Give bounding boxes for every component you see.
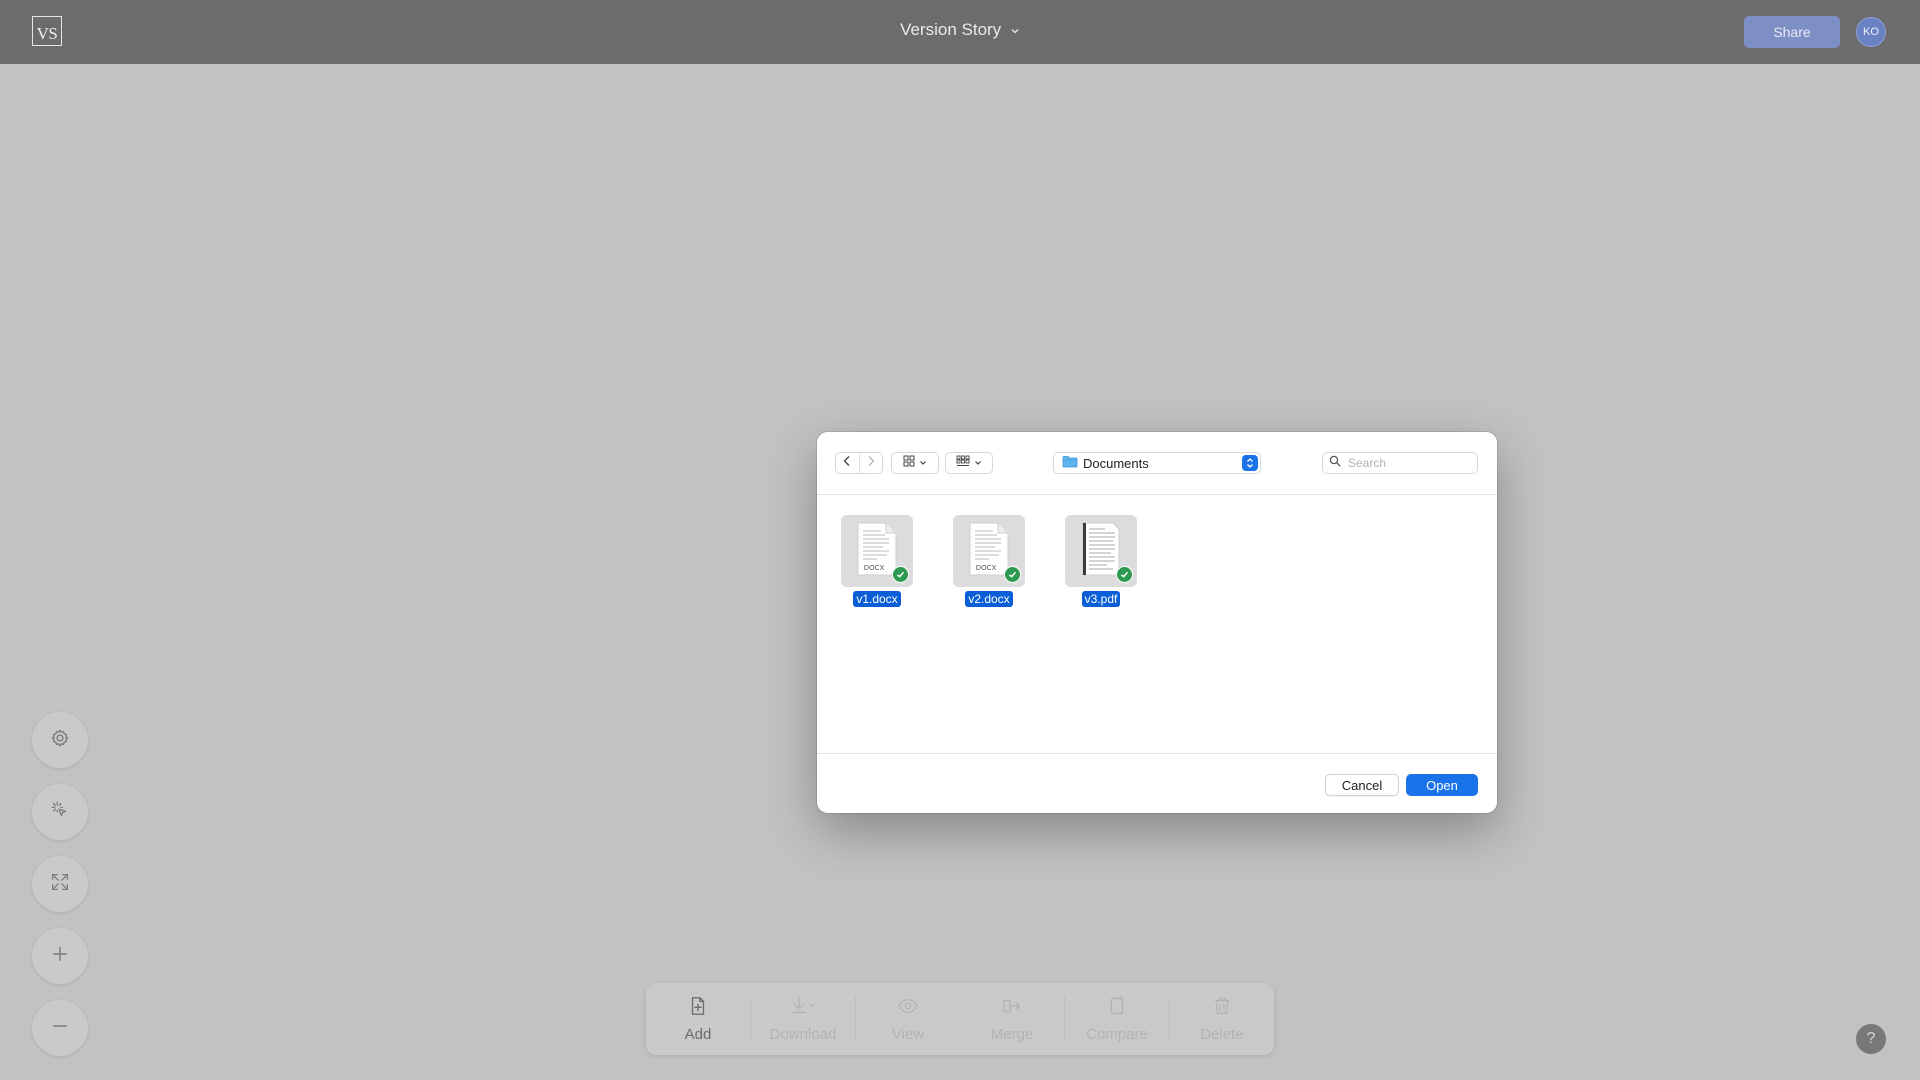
fit-screen-button[interactable] <box>32 856 88 912</box>
compare-icon <box>1106 995 1128 1026</box>
up-down-arrows-icon <box>1242 455 1258 471</box>
trash-icon <box>1211 995 1233 1026</box>
open-button[interactable]: Open <box>1406 774 1478 796</box>
file-thumbnail: DOCX <box>841 515 913 587</box>
file-name: v1.docx <box>853 591 901 607</box>
search-input[interactable] <box>1346 455 1470 471</box>
view-label: View <box>891 1026 925 1043</box>
forward-button[interactable] <box>858 453 883 473</box>
checkmark-icon <box>1116 566 1133 583</box>
icon-view-button[interactable] <box>891 452 939 474</box>
file-type-label: DOCX <box>976 564 997 572</box>
expand-icon <box>49 871 71 898</box>
file-name: v3.pdf <box>1081 591 1121 607</box>
chevron-down-icon <box>974 454 982 472</box>
file-item-v3-pdf[interactable]: v3.pdf <box>1063 515 1139 607</box>
compare-label: Compare <box>1086 1026 1148 1043</box>
share-button[interactable]: Share <box>1744 16 1840 48</box>
group-view-button[interactable] <box>945 452 993 474</box>
dialog-footer: Cancel Open <box>817 753 1497 813</box>
file-name: v2.docx <box>965 591 1013 607</box>
chevron-left-icon <box>842 454 852 472</box>
top-bar: VS Version Story Share KO <box>0 0 1920 64</box>
file-plus-icon <box>687 995 709 1026</box>
file-open-dialog: Documents DOCX <box>817 432 1497 813</box>
chevron-down-icon <box>919 454 927 472</box>
document-title-menu[interactable]: Version Story <box>0 20 1920 41</box>
delete-label: Delete <box>1200 1026 1244 1043</box>
file-item-v1-docx[interactable]: DOCX v1.docx <box>839 515 915 607</box>
zoom-in-button[interactable] <box>32 928 88 984</box>
help-button[interactable]: ? <box>1856 1024 1886 1054</box>
plus-icon <box>49 943 71 970</box>
search-field[interactable] <box>1322 452 1478 474</box>
file-thumbnail: DOCX <box>953 515 1025 587</box>
cancel-button[interactable]: Cancel <box>1325 774 1399 796</box>
bottom-toolbar: Add Download View Merge Compare Delete <box>646 983 1274 1055</box>
merge-icon <box>999 995 1025 1026</box>
view-button[interactable]: View <box>856 983 960 1055</box>
merge-button[interactable]: Merge <box>960 983 1064 1055</box>
download-button[interactable]: Download <box>751 983 855 1055</box>
download-label: Download <box>769 1026 837 1043</box>
checkmark-icon <box>892 566 909 583</box>
navigation-buttons <box>835 452 883 474</box>
download-icon <box>789 995 817 1026</box>
file-item-v2-docx[interactable]: DOCX v2.docx <box>951 515 1027 607</box>
dialog-toolbar: Documents <box>817 432 1497 495</box>
file-thumbnail <box>1065 515 1137 587</box>
checkmark-icon <box>1004 566 1021 583</box>
file-grid: DOCX v1.docx DOCX v2.docx v3.pdf <box>817 495 1497 753</box>
add-button[interactable]: Add <box>646 983 750 1055</box>
location-select[interactable]: Documents <box>1053 452 1261 474</box>
add-label: Add <box>684 1026 712 1043</box>
settings-button[interactable] <box>32 712 88 768</box>
document-title: Version Story <box>900 20 1002 39</box>
delete-button[interactable]: Delete <box>1170 983 1274 1055</box>
file-type-label: DOCX <box>864 564 885 572</box>
magic-select-button[interactable] <box>32 784 88 840</box>
cursor-sparkle-icon <box>49 799 71 826</box>
gallery-grid-icon <box>956 454 970 472</box>
eye-icon <box>897 995 919 1026</box>
avatar[interactable]: KO <box>1856 17 1886 47</box>
location-label: Documents <box>1083 455 1149 471</box>
grid-icon <box>903 454 915 472</box>
chevron-right-icon <box>866 454 876 472</box>
gear-icon <box>49 727 71 754</box>
back-button[interactable] <box>836 453 859 473</box>
folder-icon <box>1062 455 1078 471</box>
merge-label: Merge <box>990 1026 1034 1043</box>
chevron-down-icon <box>1010 21 1020 41</box>
search-icon <box>1329 454 1341 472</box>
zoom-out-button[interactable] <box>32 1000 88 1056</box>
compare-button[interactable]: Compare <box>1065 983 1169 1055</box>
minus-icon <box>49 1015 71 1042</box>
